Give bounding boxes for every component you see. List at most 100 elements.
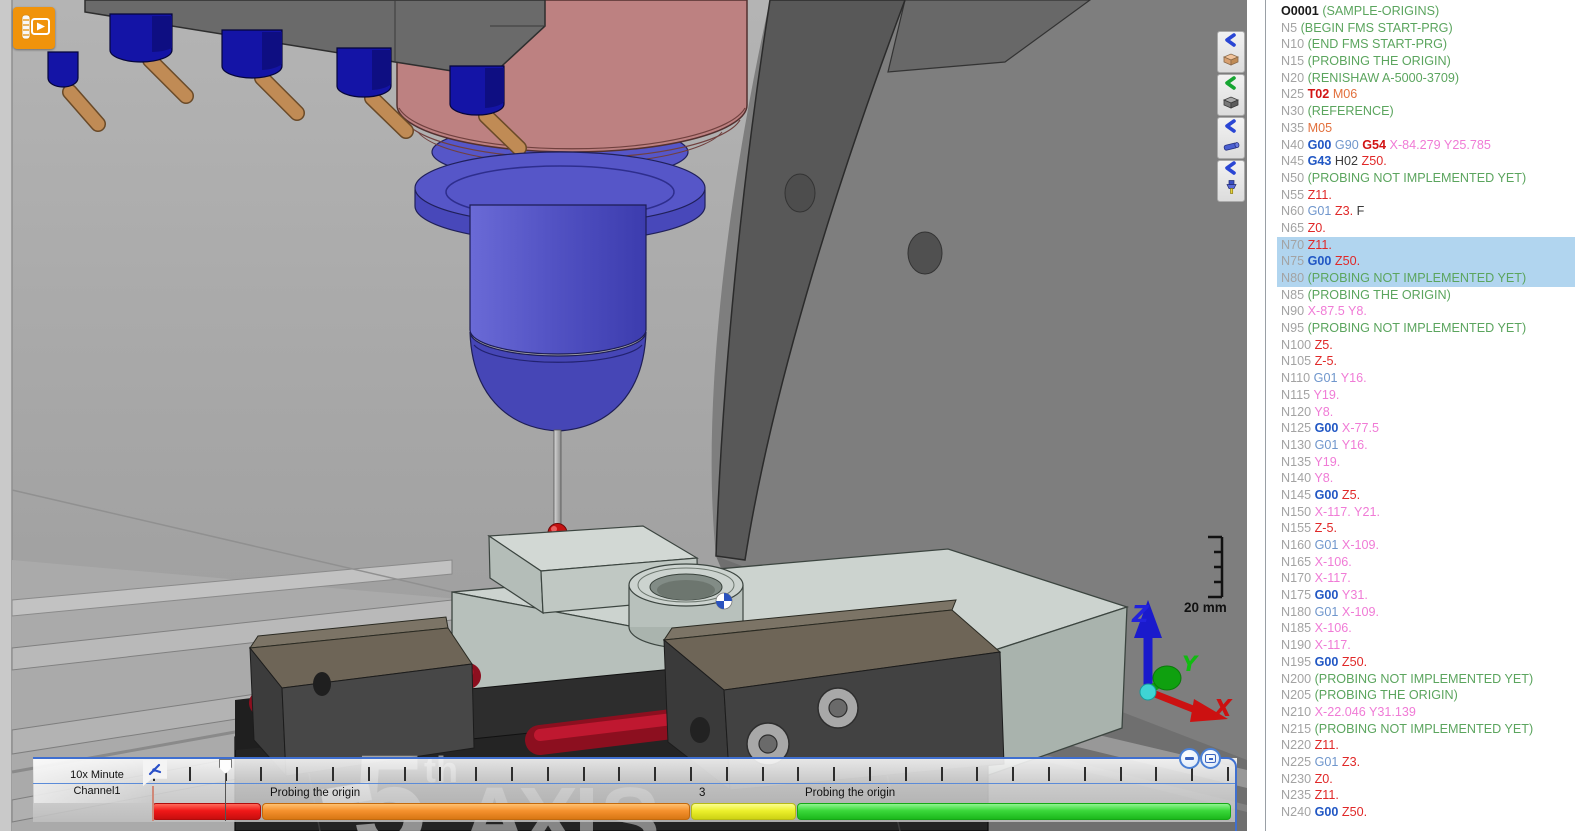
ruler-tick — [762, 767, 764, 781]
timeline-zoom-fit-button[interactable] — [1200, 748, 1221, 769]
gcode-line[interactable]: N120 Y8. — [1247, 404, 1575, 421]
gcode-line[interactable]: N55 Z11. — [1247, 187, 1575, 204]
gcode-line[interactable]: N190 X-117. — [1247, 637, 1575, 654]
ruler-tick — [368, 767, 370, 781]
toggle-stock-button[interactable] — [1217, 31, 1245, 73]
timeline-zoom-out-button[interactable] — [1179, 748, 1200, 769]
segment-label: Probing the origin — [270, 787, 360, 801]
gcode-line[interactable]: N135 Y19. — [1247, 454, 1575, 471]
gcode-line[interactable]: N215 (PROBING NOT IMPLEMENTED YET) — [1247, 721, 1575, 738]
probe-tool-icon — [1221, 180, 1241, 201]
gcode-line[interactable]: N30 (REFERENCE) — [1247, 103, 1575, 120]
gcode-line[interactable]: N95 (PROBING NOT IMPLEMENTED YET) — [1247, 320, 1575, 337]
toggle-tool-button[interactable] — [1217, 160, 1245, 202]
gcode-line[interactable]: N5 (BEGIN FMS START-PRG) — [1247, 20, 1575, 37]
gcode-line[interactable]: N225 G01 Z3. — [1247, 754, 1575, 771]
ruler-tick — [189, 767, 191, 781]
gcode-line[interactable]: N60 G01 Z3. F — [1247, 203, 1575, 220]
gcode-line[interactable]: N90 X-87.5 Y8. — [1247, 303, 1575, 320]
ruler-tick — [690, 767, 692, 781]
gcode-line[interactable]: N85 (PROBING THE ORIGIN) — [1247, 287, 1575, 304]
gcode-line[interactable]: N240 G00 Z50. — [1247, 804, 1575, 821]
gcode-line[interactable]: N80 (PROBING NOT IMPLEMENTED YET) — [1247, 270, 1575, 287]
wall-hole — [908, 232, 942, 274]
gcode-line[interactable]: N140 Y8. — [1247, 470, 1575, 487]
minus-icon — [1185, 757, 1194, 760]
ruler-tick — [583, 767, 585, 781]
ruler-tick — [833, 767, 835, 781]
gcode-line[interactable]: N105 Z-5. — [1247, 353, 1575, 370]
gcode-line[interactable]: N230 Z0. — [1247, 771, 1575, 788]
gcode-line[interactable]: N50 (PROBING NOT IMPLEMENTED YET) — [1247, 170, 1575, 187]
timeline-segment[interactable] — [797, 803, 1231, 820]
segment-label: Probing the origin — [805, 787, 895, 801]
gcode-line[interactable]: N235 Z11. — [1247, 787, 1575, 804]
fixture-icon — [1221, 138, 1241, 157]
gcode-line[interactable]: N195 G00 Z50. — [1247, 654, 1575, 671]
app-edge-strip — [0, 0, 12, 831]
display-toggle-toolbar — [1217, 31, 1245, 203]
ruler-tick — [941, 767, 943, 781]
part-box-icon — [1221, 95, 1241, 114]
gcode-line[interactable]: N185 X-106. — [1247, 620, 1575, 637]
ruler-tick — [1084, 767, 1086, 781]
gcode-line[interactable]: N45 G43 H02 Z50. — [1247, 153, 1575, 170]
gcode-line[interactable]: N70 Z11. — [1247, 237, 1575, 254]
chevron-left-icon — [1221, 119, 1241, 138]
gcode-line[interactable]: N130 G01 Y16. — [1247, 437, 1575, 454]
ruler-tick — [511, 767, 513, 781]
ruler-tick — [1012, 767, 1014, 781]
gcode-line[interactable]: N35 M05 — [1247, 120, 1575, 137]
gcode-editor-panel[interactable]: O0001 (SAMPLE-ORIGINS)N5 (BEGIN FMS STAR… — [1247, 0, 1575, 831]
gcode-line[interactable]: N210 X-22.046 Y31.139 — [1247, 704, 1575, 721]
simulation-timeline: 10x Minute Channel1 Probing the origin3P… — [33, 757, 1237, 831]
timeline-segment[interactable] — [691, 803, 796, 820]
gcode-line[interactable]: N15 (PROBING THE ORIGIN) — [1247, 53, 1575, 70]
gcode-line[interactable]: N160 G01 X-109. — [1247, 537, 1575, 554]
gcode-line[interactable]: N170 X-117. — [1247, 570, 1575, 587]
x-axis-label: X — [1212, 696, 1233, 722]
gcode-line[interactable]: N10 (END FMS START-PRG) — [1247, 36, 1575, 53]
ruler-tick — [332, 767, 334, 781]
gcode-line[interactable]: N115 Y19. — [1247, 387, 1575, 404]
gcode-line[interactable]: N75 G00 Z50. — [1247, 253, 1575, 270]
gcode-line[interactable]: N205 (PROBING THE ORIGIN) — [1247, 687, 1575, 704]
gcode-line[interactable]: N155 Z-5. — [1247, 520, 1575, 537]
gcode-line[interactable]: N180 G01 X-109. — [1247, 604, 1575, 621]
ruler-tick — [905, 767, 907, 781]
gcode-line[interactable]: N175 G00 Y31. — [1247, 587, 1575, 604]
timeline-segment[interactable] — [152, 803, 261, 820]
ruler-tick — [654, 767, 656, 781]
timeline-segment[interactable] — [262, 803, 690, 820]
ruler-tick — [404, 767, 406, 781]
gcode-line[interactable]: N145 G00 Z5. — [1247, 487, 1575, 504]
scale-label: 20 mm — [1184, 600, 1227, 615]
gcode-line[interactable]: N200 (PROBING NOT IMPLEMENTED YET) — [1247, 671, 1575, 688]
gcode-line[interactable]: N65 Z0. — [1247, 220, 1575, 237]
simulation-play-button[interactable] — [13, 7, 55, 49]
toggle-part-button[interactable] — [1217, 74, 1245, 116]
gcode-line[interactable]: O0001 (SAMPLE-ORIGINS) — [1247, 3, 1575, 20]
chevron-left-icon — [1221, 76, 1241, 95]
stock-box-icon — [1221, 52, 1241, 71]
gcode-line[interactable]: N110 G01 Y16. — [1247, 370, 1575, 387]
ruler-tick — [547, 767, 549, 781]
box-minus-icon — [1205, 754, 1216, 763]
gcode-line[interactable]: N40 G00 G90 G54 X-84.279 Y25.785 — [1247, 137, 1575, 154]
ruler-divider — [33, 783, 1237, 784]
gcode-line[interactable]: N125 G00 X-77.5 — [1247, 420, 1575, 437]
gcode-line[interactable]: N25 T02 M06 — [1247, 86, 1575, 103]
ruler-tick — [618, 767, 620, 781]
gcode-line[interactable]: N220 Z11. — [1247, 737, 1575, 754]
ruler-tick — [439, 767, 441, 781]
toggle-fixture-button[interactable] — [1217, 117, 1245, 159]
gcode-line[interactable]: N20 (RENISHAW A-5000-3709) — [1247, 70, 1575, 87]
triad-origin — [1140, 684, 1156, 700]
gcode-line[interactable]: N150 X-117. Y21. — [1247, 504, 1575, 521]
ruler-tick — [869, 767, 871, 781]
gcode-line[interactable]: N165 X-106. — [1247, 554, 1575, 571]
machine-3d-view[interactable]: 5 th A X I S 20 mm Z Y X — [0, 0, 1247, 831]
segment-label: 3 — [699, 787, 705, 801]
ruler-tick — [1048, 767, 1050, 781]
gcode-line[interactable]: N100 Z5. — [1247, 337, 1575, 354]
